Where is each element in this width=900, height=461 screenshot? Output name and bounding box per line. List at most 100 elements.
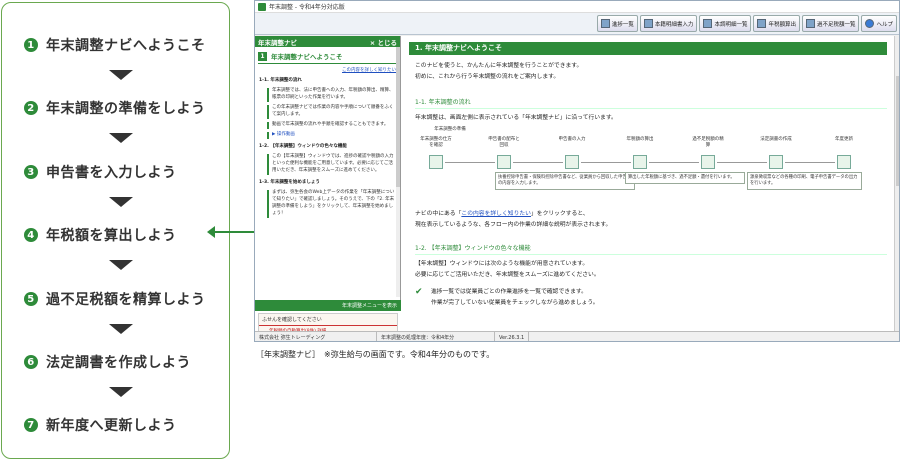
step-label: 年末調整の準備をしよう [46, 101, 206, 117]
caption: ［年末調整ナビ］ ※弥生給与の画面です。令和4年分のものです。 [256, 350, 495, 359]
step-1: 1 年末調整ナビへようこそ [24, 35, 206, 55]
nav-text: 動画で年末調整の流れや手順を確認することもできます。 [267, 121, 396, 129]
flow-arrow [581, 162, 631, 163]
nav-header: 年末調整ナビ × とじる [255, 36, 400, 47]
down-arrow-icon [109, 260, 133, 270]
nav-heading: 1-3. 年末調整を始めましょう [259, 179, 320, 185]
flow-arrow [717, 162, 767, 163]
step-label: 年末調整ナビへようこそ [46, 38, 206, 54]
detail-link[interactable]: この内容を詳しく知りたい [259, 67, 396, 73]
nav-items: 1-1. 年末調整の流れ年末調整では、法に申告書への入力、年税額の算出、精算、帳… [255, 78, 400, 218]
flow-arrow [785, 162, 835, 163]
nav-scroll-thumb[interactable] [396, 47, 400, 187]
flow-arrow [445, 162, 495, 163]
features-text-1: 【年末調整】ウィンドウには次のような機能が用意されています。 [415, 261, 589, 267]
nav-heading: 1-1. 年末調整の流れ [259, 78, 302, 83]
main-scroll-thumb[interactable] [896, 76, 899, 186]
step-label: 申告書を入力しよう [46, 165, 177, 181]
step-number: 4 [24, 228, 38, 242]
toolbar-icon [703, 19, 713, 28]
flow-step-icon [701, 155, 715, 169]
toolbar-button-1[interactable]: 進捗一覧 [596, 15, 638, 32]
steps-panel: 1 年末調整ナビへようこそ 2 年末調整の準備をしよう 3 申告書を入力しよう 4 年税額を算… [1, 2, 230, 459]
flow-step-icon [497, 155, 511, 169]
nav-scrollbar[interactable] [396, 47, 400, 297]
detail-hint: ナビの中にある「この内容を詳しく知りたい」をクリックすると、 [415, 209, 887, 220]
step-label: 過不足税額を精算しよう [46, 292, 206, 308]
toolbar-icon [805, 19, 815, 28]
toolbar-label: 過不足税額一覧 [816, 21, 856, 28]
status-bar: 株式会社 弥生トレーディング 年末調整の処理年度：令和4年分 Ver.26.3.… [255, 331, 899, 341]
toolbar-button-4[interactable]: 年税額算出 [753, 15, 800, 32]
intro-2: 初めに、これから行う年末調整の流れをご案内します。 [415, 74, 560, 80]
toolbar-label: ヘルプ [876, 21, 893, 28]
main-scrollbar[interactable] [894, 36, 899, 331]
step-label: 年税額を算出しよう [46, 228, 177, 244]
step-7: 7 新年度へ更新しよう [24, 415, 177, 435]
flow-step-label: 法定調書の作成 [760, 137, 792, 142]
main-content: 1. 年末調整ナビへようこそ このナビを使うと、かんたんに年末調整を行うことがで… [401, 36, 899, 331]
nav-section-title: 1 年末調整ナビへようこそ [258, 51, 397, 64]
step-2: 2 年末調整の準備をしよう [24, 98, 206, 118]
flow-arrow [513, 162, 563, 163]
app-icon [258, 2, 266, 11]
toolbar-label: 本籍明細書入力 [654, 21, 694, 28]
toolbar-button-6[interactable]: ヘルプ [861, 15, 897, 32]
flow-diagram: 年末調整の準備 年末調整の仕方を確認 申告書の配布と回収 申告書の入力 年税額の算出 過… [415, 127, 887, 199]
step-3: 3 申告書を入力しよう [24, 162, 177, 182]
toolbar-icon [865, 19, 875, 28]
toolbar-button-5[interactable]: 過不足税額一覧 [801, 15, 860, 32]
detail-hint-b: 」をクリックすると、 [530, 211, 589, 217]
toolbar-button-3[interactable]: 本調明細一覧 [699, 15, 752, 32]
down-arrow-icon [109, 324, 133, 334]
step-6: 6 法定調書を作成しよう [24, 352, 191, 372]
status-company: 株式会社 弥生トレーディング [255, 331, 377, 341]
diagram-top-label: 年末調整の準備 [434, 127, 466, 132]
flow-step-icon [769, 155, 783, 169]
step-5: 5 過不足税額を精算しよう [24, 289, 206, 309]
intro-1: このナビを使うと、かんたんに年末調整を行うことができます。 [415, 63, 583, 69]
detail-hint-a: ナビの中にある「 [415, 211, 462, 217]
down-arrow-icon [109, 70, 133, 80]
nav-heading: 1-2. 【年末調整】ウィンドウの色々な機能 [259, 143, 347, 149]
toolbar-label: 年税額算出 [768, 21, 796, 28]
nav-panel: 年末調整ナビ × とじる 1 年末調整ナビへようこそ この内容を詳しく知りたい … [255, 36, 401, 341]
down-arrow-icon [109, 133, 133, 143]
pointer-arrow [207, 226, 259, 238]
check-icon: ✔ [415, 287, 423, 297]
video-link[interactable]: ▶ 操作動画 [267, 131, 396, 139]
flow-arrow [649, 162, 699, 163]
step-number: 2 [24, 101, 38, 115]
toolbar-label: 進捗一覧 [611, 21, 634, 28]
heading-flow: 1-1. 年末調整の流れ [415, 97, 887, 109]
main-title: 1. 年末調整ナビへようこそ [409, 42, 887, 55]
flow-step-label: 申告書の入力 [558, 137, 586, 142]
feature-texts: 進捗一覧では従業員ごとの作業進捗を一覧で確認できます。 作業が完了していない従業… [431, 287, 599, 309]
nav-close-button[interactable]: × とじる [370, 37, 397, 47]
flow-step-icon [837, 155, 851, 169]
nav-text: 年末調整では、法に申告書への入力、年税額の算出、精算、帳票の印刷といった作業を行… [267, 87, 396, 102]
memo-title: ふせんを確認してください [259, 314, 397, 326]
down-arrow-icon [109, 197, 133, 207]
toolbar-icon [600, 19, 610, 28]
nav-text: まずは、弥生各会のWeb上データの作業を「年末調整について知りたい」で確認しまし… [267, 189, 396, 218]
title-bar: 年末調整 - 令和4年分対応版 [255, 1, 899, 13]
step-number: 6 [24, 355, 38, 369]
features-text-2: 必要に応じてご活用いただき、年末調整をスムーズに進めてください。 [415, 272, 600, 278]
step-label: 法定調書を作成しよう [46, 355, 191, 371]
toolbar-icon [643, 19, 653, 28]
step-number: 1 [24, 38, 38, 52]
heading-features: 1-2. 【年末調整】ウィンドウの色々な機能 [415, 243, 887, 255]
page: 1 年末調整ナビへようこそ 2 年末調整の準備をしよう 3 申告書を入力しよう 4 年税額を算… [0, 0, 900, 461]
flow-step-icon [565, 155, 579, 169]
flow-desc-box: 算出した年税額に基づき、過不足額・還付を行います。 [625, 172, 745, 184]
flow-step-label: 年税額の算出 [626, 137, 654, 142]
feature-row: ✔ 進捗一覧では従業員ごとの作業進捗を一覧で確認できます。 作業が完了していない… [415, 287, 887, 309]
nav-text: この【年末調整】ウィンドウでは、進捗の確認や税額の入力といった便利な機能をご用意… [267, 153, 396, 175]
nav-text: この年末調整ナビでは作業の内容や手順について順番をふくて案内します。 [267, 104, 396, 119]
nav-title: 年末調整ナビ [258, 38, 297, 47]
detail-hint-link[interactable]: この内容を詳しく知りたい [461, 211, 531, 217]
toolbar-button-2[interactable]: 本籍明細書入力 [639, 15, 698, 32]
menu-toggle[interactable]: 年末調整メニューを表示 [255, 302, 401, 311]
down-arrow-icon [109, 387, 133, 397]
